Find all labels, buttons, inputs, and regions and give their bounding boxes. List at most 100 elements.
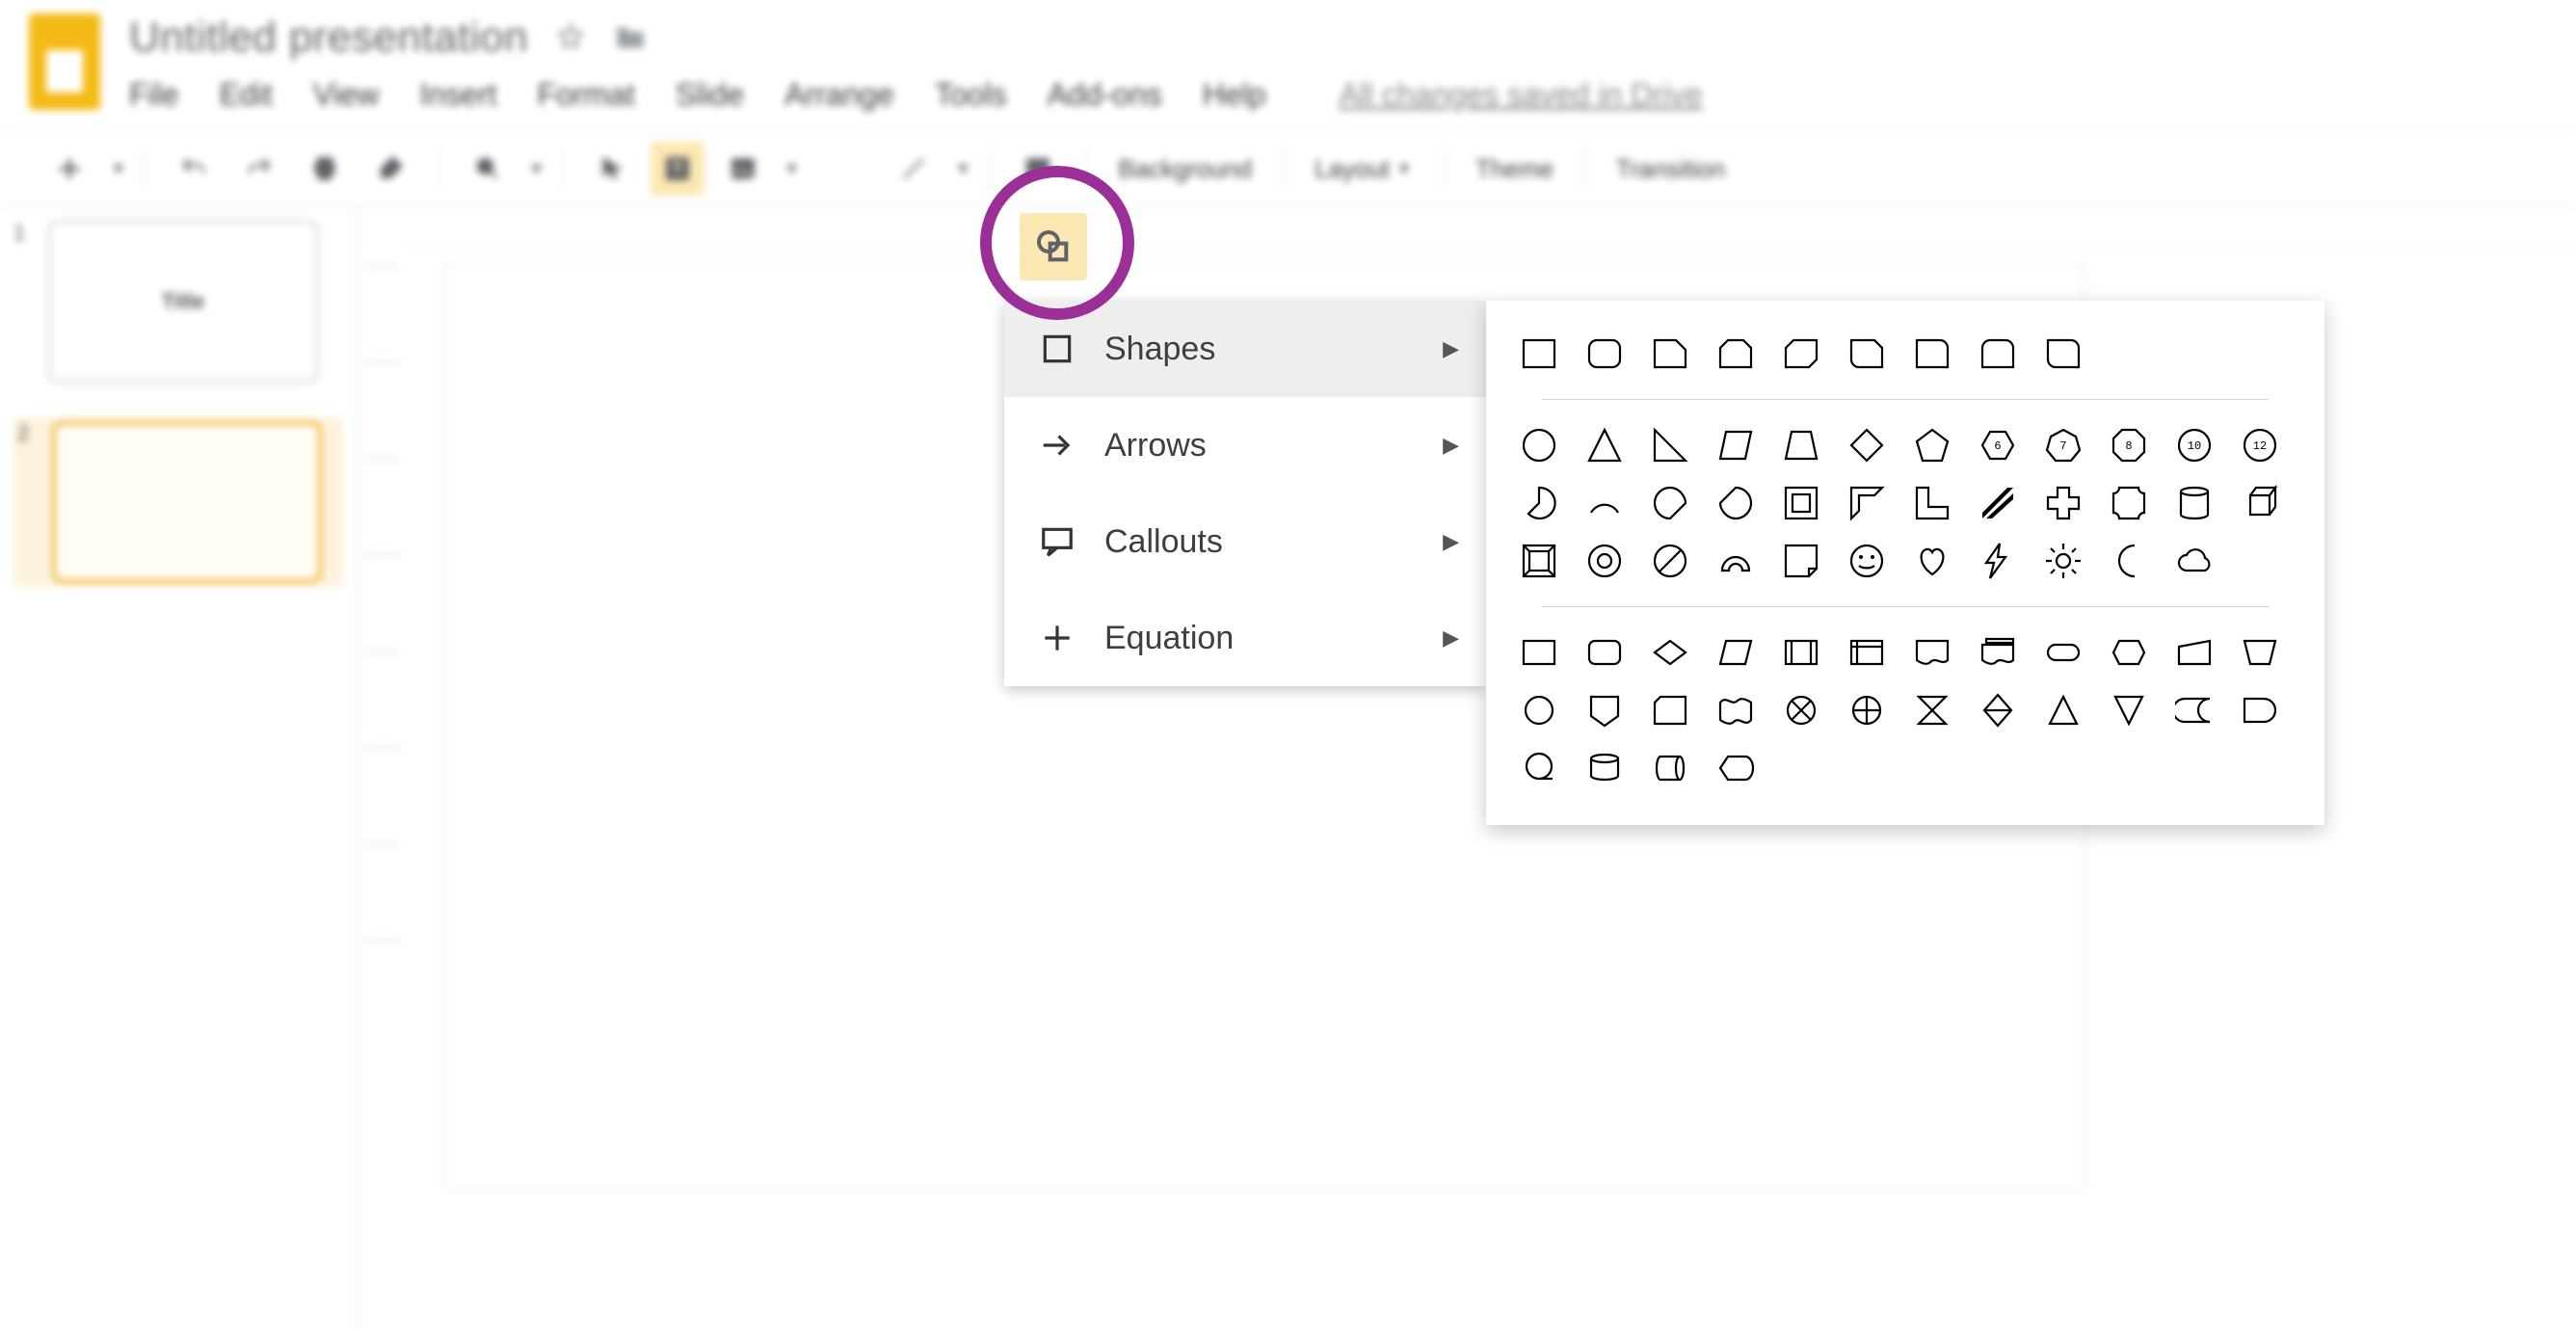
shape-flow-manual-input[interactable] (2168, 626, 2220, 678)
shape-diamond[interactable] (1841, 419, 1893, 471)
shape-flow-preparation[interactable] (2103, 626, 2155, 678)
redo-button[interactable] (232, 142, 286, 196)
shape-flow-connector[interactable] (1513, 684, 1565, 736)
shape-snip-same-side[interactable] (1710, 328, 1762, 380)
menu-view[interactable]: View (313, 77, 380, 113)
layout-button[interactable]: Layout▼ (1305, 142, 1422, 196)
doc-title[interactable]: Untitled presentation (129, 13, 528, 62)
shape-cube[interactable] (2234, 477, 2286, 529)
shape-flow-punched-tape[interactable] (1710, 684, 1762, 736)
zoom-caret[interactable]: ▼ (528, 159, 545, 179)
line-button[interactable] (887, 142, 941, 196)
menu-help[interactable]: Help (1203, 77, 1266, 113)
shape-menu-shapes[interactable]: Shapes ▶ (1004, 301, 1486, 397)
shape-no-symbol[interactable] (1644, 535, 1696, 587)
shape-flow-card[interactable] (1644, 684, 1696, 736)
transition-button[interactable]: Transition (1607, 142, 1735, 196)
theme-button[interactable]: Theme (1466, 142, 1563, 196)
shape-plaque[interactable] (2103, 477, 2155, 529)
shape-triangle[interactable] (1579, 419, 1631, 471)
shape-donut[interactable] (1579, 535, 1631, 587)
menu-arrange[interactable]: Arrange (784, 77, 894, 113)
image-caret[interactable]: ▼ (783, 159, 801, 179)
shape-folded-corner[interactable] (1775, 535, 1827, 587)
shape-diagonal-stripe[interactable] (1972, 477, 2024, 529)
menu-format[interactable]: Format (538, 77, 635, 113)
comment-button[interactable] (1011, 142, 1065, 196)
shape-snip-diagonal[interactable] (1775, 328, 1827, 380)
shape-smiley[interactable] (1841, 535, 1893, 587)
shape-cross[interactable] (2037, 477, 2089, 529)
shape-flow-magnetic-disk[interactable] (1579, 742, 1631, 794)
shape-flow-delay[interactable] (2234, 684, 2286, 736)
shape-round-single-corner[interactable] (1906, 328, 1958, 380)
shape-flow-data[interactable] (1710, 626, 1762, 678)
shape-lightning[interactable] (1972, 535, 2024, 587)
shape-dodecagon[interactable]: 12 (2234, 419, 2286, 471)
shape-teardrop-alt[interactable] (1710, 477, 1762, 529)
slide-thumbnail-2[interactable] (52, 421, 322, 583)
move-to-folder-icon[interactable] (613, 20, 648, 55)
shape-snip-round[interactable] (1841, 328, 1893, 380)
shape-flow-internal-storage[interactable] (1841, 626, 1893, 678)
paint-format-button[interactable] (363, 142, 417, 196)
shape-trapezoid[interactable] (1775, 419, 1827, 471)
shape-flow-summing[interactable] (1775, 684, 1827, 736)
shape-button[interactable] (1020, 213, 1087, 280)
save-status[interactable]: All changes saved in Drive (1340, 77, 1703, 113)
menu-slide[interactable]: Slide (676, 77, 744, 113)
shape-teardrop[interactable] (1644, 477, 1696, 529)
shape-arc[interactable] (1579, 477, 1631, 529)
menu-addons[interactable]: Add-ons (1048, 77, 1162, 113)
shape-flow-offpage[interactable] (1579, 684, 1631, 736)
print-button[interactable] (298, 142, 352, 196)
shape-right-triangle[interactable] (1644, 419, 1696, 471)
shape-flow-direct-access[interactable] (1644, 742, 1696, 794)
shape-frame[interactable] (1775, 477, 1827, 529)
shape-flow-merge[interactable] (2103, 684, 2155, 736)
shape-octagon[interactable]: 8 (2103, 419, 2155, 471)
shape-flow-predefined[interactable] (1775, 626, 1827, 678)
zoom-button[interactable] (461, 142, 515, 196)
shape-flow-manual-operation[interactable] (2234, 626, 2286, 678)
undo-button[interactable] (167, 142, 221, 196)
background-button[interactable]: Background (1108, 142, 1261, 196)
line-caret[interactable]: ▼ (954, 159, 971, 179)
shape-pie[interactable] (1513, 477, 1565, 529)
shape-menu-callouts[interactable]: Callouts ▶ (1004, 493, 1486, 590)
shape-l-shape[interactable] (1906, 477, 1958, 529)
shape-round-same-side[interactable] (1972, 328, 2024, 380)
shape-flow-extract[interactable] (2037, 684, 2089, 736)
shape-rounded-rectangle[interactable] (1579, 328, 1631, 380)
shape-flow-process[interactable] (1513, 626, 1565, 678)
shape-oval[interactable] (1513, 419, 1565, 471)
shape-flow-sequential-storage[interactable] (1513, 742, 1565, 794)
textbox-button[interactable] (651, 142, 704, 196)
shape-heptagon[interactable]: 7 (2037, 419, 2089, 471)
shape-flow-alt-process[interactable] (1579, 626, 1631, 678)
shape-bevel[interactable] (1513, 535, 1565, 587)
shape-round-diagonal[interactable] (2037, 328, 2089, 380)
shape-flow-sort[interactable] (1972, 684, 2024, 736)
shape-flow-document[interactable] (1906, 626, 1958, 678)
menu-file[interactable]: File (129, 77, 179, 113)
shape-cloud[interactable] (2168, 535, 2220, 587)
shape-pentagon[interactable] (1906, 419, 1958, 471)
shape-block-arc[interactable] (1710, 535, 1762, 587)
image-button[interactable] (716, 142, 770, 196)
shape-flow-terminator[interactable] (2037, 626, 2089, 678)
shape-flow-decision[interactable] (1644, 626, 1696, 678)
new-slide-caret[interactable]: ▼ (110, 159, 127, 179)
menu-edit[interactable]: Edit (220, 77, 273, 113)
shape-moon[interactable] (2103, 535, 2155, 587)
shape-flow-display[interactable] (1710, 742, 1762, 794)
shape-sun[interactable] (2037, 535, 2089, 587)
shape-parallelogram[interactable] (1710, 419, 1762, 471)
shape-flow-or[interactable] (1841, 684, 1893, 736)
shape-rectangle[interactable] (1513, 328, 1565, 380)
slide-thumbnail-1[interactable]: Title (48, 221, 318, 383)
shape-half-frame[interactable] (1841, 477, 1893, 529)
shape-menu-equation[interactable]: Equation ▶ (1004, 590, 1486, 686)
shape-decagon[interactable]: 10 (2168, 419, 2220, 471)
star-icon[interactable] (553, 20, 588, 55)
